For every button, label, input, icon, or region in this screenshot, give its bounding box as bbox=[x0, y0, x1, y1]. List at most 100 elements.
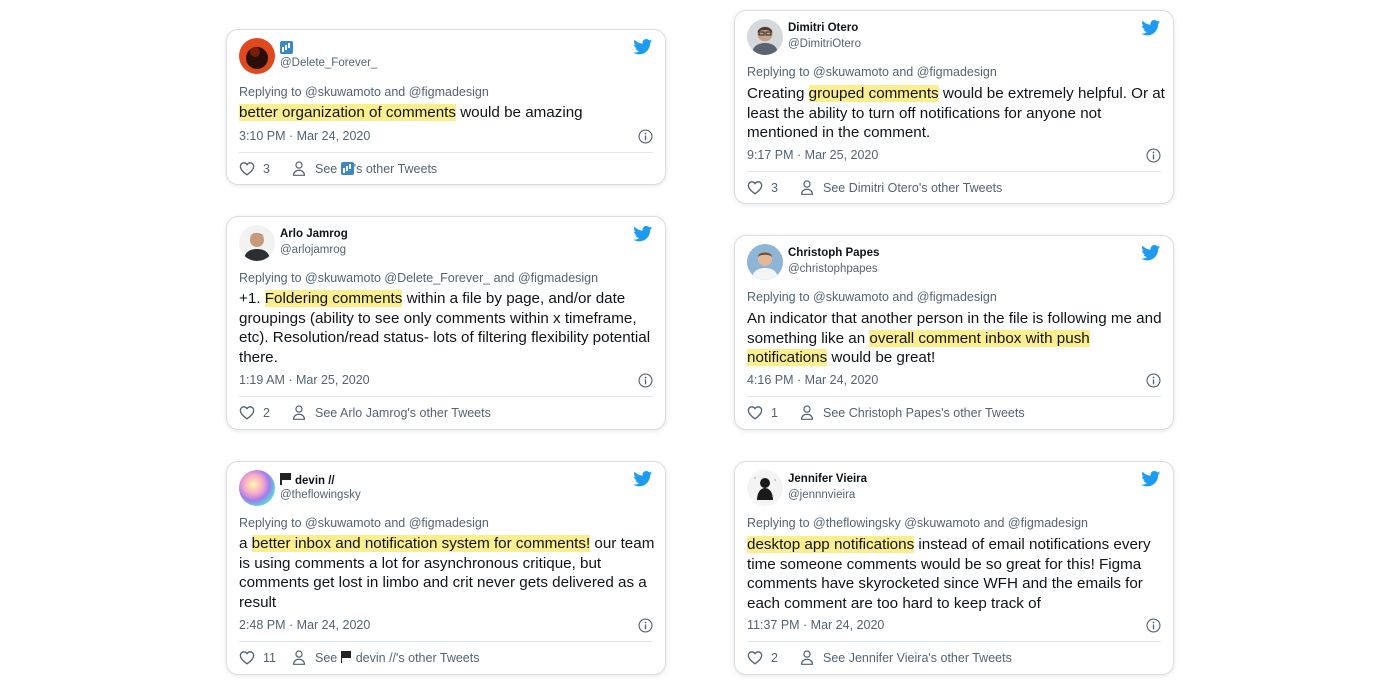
tweet-card-dimitri-otero[interactable]: Dimitri Otero @DimitriOtero Replying to … bbox=[734, 10, 1174, 204]
like-count: 2 bbox=[263, 406, 270, 420]
user-handle[interactable]: @Delete_Forever_ bbox=[280, 57, 377, 69]
display-name[interactable] bbox=[280, 41, 293, 55]
see-other-tweets-link[interactable]: See 's other Tweets bbox=[315, 162, 437, 176]
tweet-text: desktop app notifications instead of ema… bbox=[747, 535, 1167, 613]
tweet-card-delete-forever[interactable]: @Delete_Forever_ Replying to @skuwamoto … bbox=[226, 29, 666, 185]
user-handle[interactable]: @DimitriOtero bbox=[788, 38, 861, 50]
tweet-card-jennifer-vieira[interactable]: Jennifer Vieira @jennnvieira Replying to… bbox=[734, 461, 1174, 675]
body-text: would be great! bbox=[827, 349, 936, 366]
replying-to: Replying to @skuwamoto and @figmadesign bbox=[747, 65, 997, 79]
tweet-text: Creating grouped comments would be extre… bbox=[747, 85, 1165, 141]
tweet-card-arlo-jamrog[interactable]: Arlo Jamrog @arlojamrog Replying to @sku… bbox=[226, 216, 666, 430]
info-icon[interactable] bbox=[1146, 148, 1161, 163]
person-icon[interactable] bbox=[800, 180, 814, 195]
info-icon[interactable] bbox=[638, 129, 653, 144]
timestamp[interactable]: 11:37 PM · Mar 24, 2020 bbox=[747, 618, 884, 632]
divider bbox=[747, 396, 1161, 397]
user-handle[interactable]: @christophpapes bbox=[788, 263, 878, 275]
highlighted-text: Foldering comments bbox=[264, 290, 403, 307]
tweet-actions: 1 See Christoph Papes's other Tweets bbox=[747, 403, 1161, 423]
bar-chart-emoji-icon bbox=[340, 162, 354, 175]
display-name[interactable]: Arlo Jamrog bbox=[280, 228, 348, 240]
display-name[interactable]: devin // bbox=[280, 473, 335, 487]
tweet-text: better organization of comments would be… bbox=[239, 103, 659, 123]
like-count: 1 bbox=[771, 406, 778, 420]
divider bbox=[747, 641, 1161, 642]
twitter-bird-icon[interactable] bbox=[633, 39, 653, 55]
person-icon[interactable] bbox=[292, 650, 306, 665]
replying-to: Replying to @skuwamoto and @figmadesign bbox=[747, 290, 997, 304]
black-flag-emoji-icon bbox=[280, 473, 291, 485]
highlighted-text: better inbox and notification system for… bbox=[251, 535, 591, 552]
replying-to: Replying to @skuwamoto and @figmadesign bbox=[239, 516, 489, 530]
like-count: 3 bbox=[263, 162, 270, 176]
info-icon[interactable] bbox=[1146, 618, 1161, 633]
tweet-actions: 3 See 's other Tweets bbox=[239, 159, 653, 179]
like-count: 11 bbox=[263, 651, 276, 665]
see-other-tweets-link[interactable]: See Arlo Jamrog's other Tweets bbox=[315, 406, 491, 420]
like-count: 3 bbox=[771, 181, 778, 195]
see-other-tweets-link[interactable]: See Jennifer Vieira's other Tweets bbox=[823, 651, 1012, 665]
avatar[interactable] bbox=[747, 244, 783, 280]
avatar[interactable] bbox=[747, 19, 783, 55]
heart-icon[interactable] bbox=[747, 180, 763, 195]
heart-icon[interactable] bbox=[239, 650, 255, 665]
twitter-bird-icon[interactable] bbox=[1141, 471, 1161, 487]
info-icon[interactable] bbox=[1146, 373, 1161, 388]
highlighted-text: desktop app notifications bbox=[747, 536, 915, 553]
bar-chart-emoji-icon bbox=[280, 41, 293, 54]
avatar[interactable] bbox=[239, 38, 275, 74]
tweet-text: +1. Foldering comments within a file by … bbox=[239, 290, 651, 366]
user-handle[interactable]: @arlojamrog bbox=[280, 244, 346, 256]
divider bbox=[239, 152, 653, 153]
info-icon[interactable] bbox=[638, 618, 653, 633]
timestamp[interactable]: 1:19 AM · Mar 25, 2020 bbox=[239, 373, 370, 387]
see-other-tweets-link[interactable]: See Dimitri Otero's other Tweets bbox=[823, 181, 1002, 195]
replying-to: Replying to @skuwamoto and @figmadesign bbox=[239, 85, 489, 99]
tweet-actions: 2 See Jennifer Vieira's other Tweets bbox=[747, 648, 1161, 668]
black-flag-emoji-icon bbox=[340, 651, 352, 663]
person-icon[interactable] bbox=[800, 405, 814, 420]
twitter-bird-icon[interactable] bbox=[633, 471, 653, 487]
person-icon[interactable] bbox=[292, 161, 306, 176]
avatar[interactable] bbox=[747, 470, 783, 506]
replying-to: Replying to @skuwamoto @Delete_Forever_ … bbox=[239, 271, 599, 285]
heart-icon[interactable] bbox=[747, 405, 763, 420]
display-name[interactable]: Dimitri Otero bbox=[788, 22, 858, 34]
display-name[interactable]: Jennifer Vieira bbox=[788, 473, 867, 485]
divider bbox=[239, 396, 653, 397]
person-icon[interactable] bbox=[800, 650, 814, 665]
timestamp[interactable]: 9:17 PM · Mar 25, 2020 bbox=[747, 148, 878, 162]
tweet-text: a better inbox and notification system f… bbox=[239, 535, 655, 611]
twitter-bird-icon[interactable] bbox=[1141, 245, 1161, 261]
see-other-tweets-link[interactable]: See devin //'s other Tweets bbox=[315, 651, 479, 665]
timestamp[interactable]: 2:48 PM · Mar 24, 2020 bbox=[239, 618, 370, 632]
twitter-bird-icon[interactable] bbox=[633, 226, 653, 242]
tweet-actions: 2 See Arlo Jamrog's other Tweets bbox=[239, 403, 653, 423]
divider bbox=[747, 171, 1161, 172]
body-text: would be amazing bbox=[455, 104, 583, 121]
highlighted-text: grouped comments bbox=[808, 85, 939, 102]
divider bbox=[239, 641, 653, 642]
person-icon[interactable] bbox=[292, 405, 306, 420]
user-handle[interactable]: @theflowingsky bbox=[280, 489, 361, 501]
timestamp[interactable]: 3:10 PM · Mar 24, 2020 bbox=[239, 129, 370, 143]
display-name[interactable]: Christoph Papes bbox=[788, 247, 879, 259]
heart-icon[interactable] bbox=[239, 405, 255, 420]
replying-to: Replying to @theflowingsky @skuwamoto an… bbox=[747, 516, 1089, 530]
tweet-card-devin[interactable]: devin // @theflowingsky Replying to @sku… bbox=[226, 461, 666, 675]
twitter-bird-icon[interactable] bbox=[1141, 20, 1161, 36]
tweet-text: An indicator that another person in the … bbox=[747, 310, 1162, 366]
tweet-actions: 11 See devin //'s other Tweets bbox=[239, 648, 653, 668]
tweet-card-christoph-papes[interactable]: Christoph Papes @christophpapes Replying… bbox=[734, 235, 1174, 430]
highlighted-text: better organization of comments bbox=[239, 104, 456, 121]
info-icon[interactable] bbox=[638, 373, 653, 388]
like-count: 2 bbox=[771, 651, 778, 665]
heart-icon[interactable] bbox=[239, 161, 255, 176]
heart-icon[interactable] bbox=[747, 650, 763, 665]
see-other-tweets-link[interactable]: See Christoph Papes's other Tweets bbox=[823, 406, 1025, 420]
avatar[interactable] bbox=[239, 225, 275, 261]
user-handle[interactable]: @jennnvieira bbox=[788, 489, 855, 501]
avatar[interactable] bbox=[239, 470, 275, 506]
timestamp[interactable]: 4:16 PM · Mar 24, 2020 bbox=[747, 373, 878, 387]
